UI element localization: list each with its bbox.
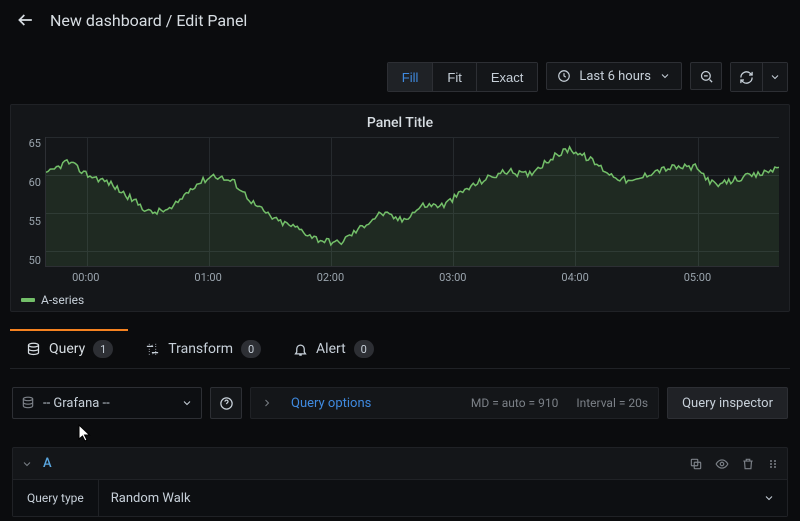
- query-interval: Interval = 20s: [576, 396, 648, 410]
- cursor-icon: [78, 424, 94, 442]
- tab-transform[interactable]: Transform 0: [129, 330, 277, 368]
- y-axis: 65 60 55 50: [21, 137, 45, 267]
- query-type-select[interactable]: Random Walk: [99, 480, 787, 516]
- chevron-down-icon: [181, 397, 193, 409]
- eye-icon[interactable]: [715, 457, 729, 471]
- chevron-down-icon: [763, 492, 775, 504]
- legend-label: A-series: [41, 293, 84, 307]
- view-mode-segmented: Fill Fit Exact: [387, 62, 539, 92]
- chevron-down-icon[interactable]: [21, 458, 33, 470]
- fill-button[interactable]: Fill: [388, 63, 434, 91]
- query-type-value: Random Walk: [111, 491, 191, 506]
- back-button[interactable]: [14, 8, 38, 32]
- datasource-help-button[interactable]: [210, 387, 242, 419]
- tab-query[interactable]: Query 1: [10, 330, 129, 368]
- refresh-group: [730, 62, 788, 92]
- refresh-interval-button[interactable]: [763, 63, 787, 91]
- time-range-label: Last 6 hours: [579, 69, 651, 84]
- query-id: A: [43, 456, 52, 471]
- chevron-down-icon: [659, 70, 671, 82]
- query-inspector-button[interactable]: Query inspector: [667, 387, 788, 419]
- query-options-bar: Query options MD = auto = 910 Interval =…: [250, 387, 659, 419]
- copy-icon[interactable]: [689, 457, 703, 471]
- trash-icon[interactable]: [741, 457, 755, 471]
- database-icon: [26, 342, 41, 357]
- database-icon: [21, 396, 35, 410]
- legend-swatch: [21, 298, 35, 302]
- fit-button[interactable]: Fit: [433, 63, 476, 91]
- exact-button[interactable]: Exact: [477, 63, 538, 91]
- query-options-link[interactable]: Query options: [291, 396, 371, 411]
- drag-handle-icon[interactable]: [767, 457, 779, 471]
- query-type-label: Query type: [13, 480, 99, 516]
- refresh-button[interactable]: [731, 63, 763, 91]
- query-md: MD = auto = 910: [471, 396, 558, 410]
- time-range-picker[interactable]: Last 6 hours: [546, 62, 682, 90]
- bell-icon: [293, 342, 308, 357]
- query-row-a: A Query type Random Walk: [12, 447, 788, 517]
- zoom-out-button[interactable]: [690, 62, 722, 90]
- tab-alert[interactable]: Alert 0: [277, 330, 390, 368]
- panel-preview: Panel Title 65 60 55 50 00:00 01:00 02:0…: [10, 104, 790, 312]
- chart-plot[interactable]: [45, 137, 779, 267]
- chevron-right-icon[interactable]: [261, 397, 273, 409]
- datasource-selected: -- Grafana --: [43, 396, 110, 411]
- clock-icon: [557, 69, 571, 83]
- panel-title: Panel Title: [21, 115, 779, 131]
- legend: A-series: [21, 293, 779, 307]
- transform-icon: [145, 342, 160, 357]
- editor-tabs: Query 1 Transform 0 Alert 0: [10, 330, 790, 369]
- x-axis: 00:00 01:00 02:00 03:00 04:00 05:00: [45, 271, 779, 285]
- datasource-select[interactable]: -- Grafana --: [12, 387, 202, 419]
- page-title: New dashboard / Edit Panel: [50, 11, 247, 30]
